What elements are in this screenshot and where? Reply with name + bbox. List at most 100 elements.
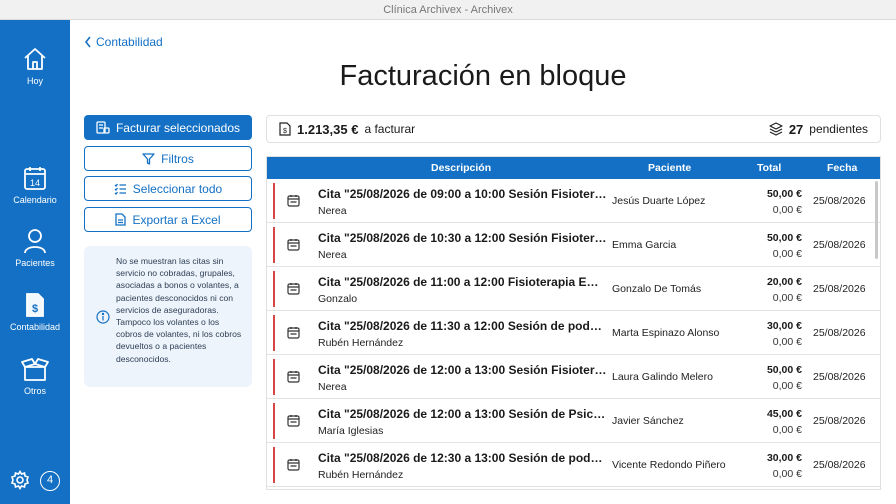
header-total[interactable]: Total xyxy=(757,162,781,174)
row-tax: 0,00 € xyxy=(772,248,802,260)
row-marker xyxy=(273,315,275,351)
checklist-icon xyxy=(114,183,126,195)
invoice-icon: $ xyxy=(279,122,291,136)
row-date: 25/08/2026 xyxy=(813,371,866,383)
row-professional: Nerea xyxy=(318,249,347,261)
table-row[interactable]: Cita "25/08/2026 de 10:30 a 12:00 Sesión… xyxy=(267,223,880,267)
row-patient: Javier Sánchez xyxy=(612,415,684,427)
calendar-icon xyxy=(287,459,300,471)
table-row[interactable]: Cita "25/08/2026 de 11:00 a 12:00 Fisiot… xyxy=(267,267,880,311)
row-tax: 0,00 € xyxy=(772,336,802,348)
row-marker xyxy=(273,227,275,263)
row-description: Cita "25/08/2026 de 11:30 a 12:00 Sesión… xyxy=(318,319,608,333)
table-row[interactable]: Cita "25/08/2026 de 12:00 a 13:00 Sesión… xyxy=(267,399,880,443)
svg-text:$: $ xyxy=(283,128,287,135)
row-professional: Nerea xyxy=(318,381,347,393)
row-total: 50,00 € xyxy=(766,232,802,244)
file-icon xyxy=(115,213,127,226)
export-excel-label: Exportar a Excel xyxy=(132,212,221,227)
back-link[interactable]: Contabilidad xyxy=(84,35,163,49)
bill-selected-button[interactable]: Facturar seleccionados xyxy=(84,115,252,140)
row-marker xyxy=(273,359,275,395)
sidebar-item-hoy[interactable]: Hoy xyxy=(0,46,70,86)
row-marker xyxy=(273,403,275,439)
table-body: Cita "25/08/2026 de 09:00 a 10:00 Sesión… xyxy=(267,179,880,487)
select-all-label: Seleccionar todo xyxy=(132,181,223,196)
row-total: 30,00 € xyxy=(766,452,802,464)
row-tax: 0,00 € xyxy=(772,380,802,392)
row-total: 20,00 € xyxy=(766,276,802,288)
row-description: Cita "25/08/2026 de 09:00 a 10:00 Sesión… xyxy=(318,187,608,201)
row-patient: Laura Galindo Melero xyxy=(612,371,713,383)
box-icon xyxy=(21,358,49,381)
row-tax: 0,00 € xyxy=(772,424,802,436)
sidebar-item-label: Pacientes xyxy=(15,258,55,268)
filter-icon xyxy=(142,152,155,165)
pending-label: pendientes xyxy=(809,122,868,136)
header-patient[interactable]: Paciente xyxy=(648,162,691,174)
row-marker xyxy=(273,447,275,483)
row-patient: Gonzalo De Tomás xyxy=(612,283,702,295)
table-row[interactable]: Cita "25/08/2026 de 12:30 a 13:00 Sesión… xyxy=(267,443,880,487)
row-date: 25/08/2026 xyxy=(813,283,866,295)
bill-selected-label: Facturar seleccionados xyxy=(115,120,241,135)
row-patient: Marta Espinazo Alonso xyxy=(612,327,720,339)
calendar-icon xyxy=(287,283,300,295)
row-professional: Rubén Hernández xyxy=(318,469,404,481)
table-row[interactable]: Cita "25/08/2026 de 09:00 a 10:00 Sesión… xyxy=(267,179,880,223)
row-date: 25/08/2026 xyxy=(813,415,866,427)
chevron-left-icon xyxy=(84,36,91,48)
row-date: 25/08/2026 xyxy=(813,239,866,251)
row-date: 25/08/2026 xyxy=(813,327,866,339)
header-date[interactable]: Fecha xyxy=(827,162,857,174)
row-marker xyxy=(273,271,275,307)
row-description: Cita "25/08/2026 de 10:30 a 12:00 Sesión… xyxy=(318,231,608,245)
row-date: 25/08/2026 xyxy=(813,459,866,471)
gear-icon[interactable] xyxy=(10,470,30,490)
filters-label: Filtros xyxy=(161,151,194,166)
export-excel-button[interactable]: Exportar a Excel xyxy=(84,207,252,232)
row-description: Cita "25/08/2026 de 12:00 a 13:00 Sesión… xyxy=(318,363,608,377)
back-link-label: Contabilidad xyxy=(96,35,163,49)
page-title: Facturación en bloque xyxy=(339,60,627,92)
sidebar-item-contabilidad[interactable]: $ Contabilidad xyxy=(0,292,70,332)
row-tax: 0,00 € xyxy=(772,292,802,304)
row-description: Cita "25/08/2026 de 12:30 a 13:00 Sesión… xyxy=(318,451,608,465)
billing-table: Descripción Paciente Total Fecha Cita "2… xyxy=(266,156,881,490)
row-date: 25/08/2026 xyxy=(813,195,866,207)
filters-button[interactable]: Filtros xyxy=(84,146,252,171)
row-patient: Jesús Duarte López xyxy=(612,195,706,207)
select-all-button[interactable]: Seleccionar todo xyxy=(84,176,252,201)
row-total: 50,00 € xyxy=(766,364,802,376)
sidebar-item-label: Contabilidad xyxy=(9,322,61,332)
sidebar-item-otros[interactable]: Otros xyxy=(0,356,70,396)
sidebar-item-pacientes[interactable]: Pacientes xyxy=(0,228,70,268)
row-marker xyxy=(273,183,275,219)
amount-label: a facturar xyxy=(364,122,416,136)
calendar-day: 14 xyxy=(30,178,40,188)
svg-text:$: $ xyxy=(32,303,38,315)
pending-count: 27 xyxy=(788,121,804,137)
table-row[interactable]: Cita "25/08/2026 de 12:00 a 13:00 Sesión… xyxy=(267,355,880,399)
calendar-icon xyxy=(287,415,300,427)
invoice-icon: $ xyxy=(26,293,44,317)
row-total: 30,00 € xyxy=(766,320,802,332)
row-patient: Vicente Redondo Piñero xyxy=(612,459,726,471)
info-icon xyxy=(96,310,110,324)
row-professional: Nerea xyxy=(318,205,347,217)
row-professional: Gonzalo xyxy=(318,293,358,305)
row-description: Cita "25/08/2026 de 11:00 a 12:00 Fisiot… xyxy=(318,275,608,289)
calendar-icon xyxy=(287,239,300,251)
scrollbar[interactable] xyxy=(875,181,878,259)
summary-bar: $ 1.213,35 € a facturar 27 pendientes xyxy=(266,115,881,143)
invoice-icon xyxy=(96,121,110,134)
calendar-icon: 14 xyxy=(24,167,46,190)
table-row[interactable]: Cita "25/08/2026 de 11:30 a 12:00 Sesión… xyxy=(267,311,880,355)
notification-badge[interactable]: 4 xyxy=(40,471,60,491)
header-description[interactable]: Descripción xyxy=(431,162,491,174)
row-professional: Rubén Hernández xyxy=(318,337,404,349)
info-notice: No se muestran las citas sin servicio no… xyxy=(84,246,252,387)
person-icon xyxy=(24,229,46,254)
sidebar-item-calendario[interactable]: 14 Calendario xyxy=(0,165,70,205)
home-icon xyxy=(24,48,46,70)
